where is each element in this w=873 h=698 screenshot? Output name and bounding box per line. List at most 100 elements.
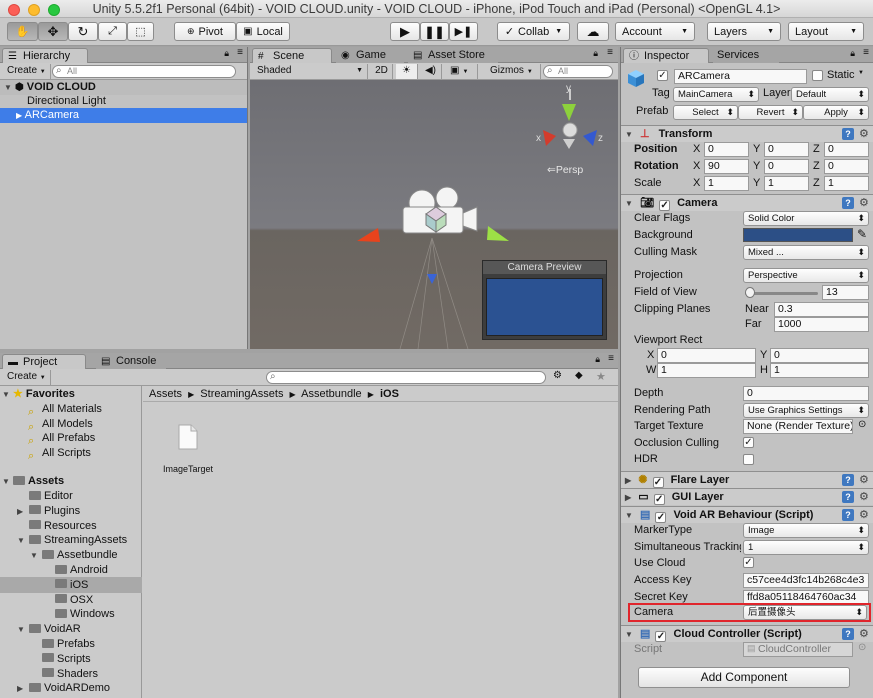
add-component-button[interactable]: Add Component [638, 667, 850, 688]
project-tree-item[interactable]: ▼ StreamingAssets [0, 532, 142, 548]
breadcrumb-item[interactable]: iOS [380, 388, 399, 400]
scene-root-row[interactable]: ▼ ⬢ VOID CLOUD [0, 80, 247, 95]
help-icon[interactable]: ? [842, 491, 854, 503]
lock-icon[interactable]: 🔒︎ [593, 48, 598, 59]
lighting-toggle[interactable]: ☀ [396, 64, 418, 79]
help-icon[interactable]: ? [842, 509, 854, 521]
menu-icon[interactable]: ≡ [237, 47, 243, 58]
prefab-revert-button[interactable]: Revert [738, 105, 803, 120]
rect-tool-button[interactable]: ⬚ [127, 22, 154, 41]
project-tree-item[interactable]: Scripts [0, 651, 142, 667]
assets-root[interactable]: ▼ Assets [2, 473, 142, 489]
scene-viewport[interactable]: y x z ⇐Persp Camera Preview [250, 80, 618, 349]
collab-dropdown[interactable]: ✓ Collab ▼ [497, 22, 570, 41]
help-icon[interactable]: ? [842, 128, 854, 140]
project-search-input[interactable] [266, 371, 546, 384]
help-icon[interactable]: ? [842, 474, 854, 486]
use-cloud-checkbox[interactable]: ✓ [743, 557, 754, 568]
hierarchy-item-arcamera[interactable]: ▶ ARCamera [0, 108, 247, 123]
camera-setting-dropdown[interactable]: 后置摄像头 [743, 605, 867, 620]
flare-layer-header[interactable]: ▶ ✺ ✓ Flare Layer [621, 471, 873, 488]
play-button[interactable]: ▶ [390, 22, 420, 41]
step-button[interactable]: ▶❚ [449, 22, 478, 41]
camera-header[interactable]: ▼ 📷︎ ✓ Camera [621, 194, 873, 211]
pause-button[interactable]: ❚❚ [420, 22, 449, 41]
tab-asset-store[interactable]: ▤ Asset Store [408, 48, 498, 63]
gui-layer-header[interactable]: ▶ ▭ ✓ GUI Layer [621, 488, 873, 505]
hierarchy-item-directional-light[interactable]: Directional Light [0, 94, 247, 109]
expand-icon[interactable]: ▶ [625, 493, 631, 502]
hierarchy-search-input[interactable]: All [52, 65, 236, 78]
lock-icon[interactable]: 🔒︎ [224, 48, 229, 59]
expand-icon[interactable]: ▶ [625, 476, 631, 485]
cloud-controller-header[interactable]: ▼ ▤ ✓ Cloud Controller (Script) [621, 625, 873, 642]
expand-icon[interactable]: ▼ [2, 477, 10, 486]
expand-icon[interactable]: ▼ [2, 390, 10, 399]
move-tool-button[interactable]: ✥ [38, 22, 68, 41]
gear-icon[interactable]: ⚙ [859, 127, 869, 140]
menu-icon[interactable]: ≡ [863, 47, 869, 58]
expand-icon[interactable]: ▼ [625, 630, 633, 639]
position-y-field[interactable]: 0 [764, 142, 809, 157]
favorite-star-icon[interactable]: ★ [596, 370, 606, 383]
cloud-controller-enabled-checkbox[interactable]: ✓ [655, 631, 667, 642]
active-checkbox[interactable]: ✓ [657, 70, 668, 81]
expand-icon[interactable]: ▼ [625, 130, 633, 139]
far-field[interactable]: 1000 [774, 317, 869, 332]
eyedropper-icon[interactable]: ✎ [857, 227, 867, 241]
void-ar-enabled-checkbox[interactable]: ✓ [655, 512, 667, 523]
occlusion-culling-checkbox[interactable]: ✓ [743, 437, 754, 448]
hdr-checkbox[interactable] [743, 454, 754, 465]
object-picker-icon[interactable]: ⊙ [858, 419, 866, 430]
project-tree-item[interactable]: Editor [0, 488, 142, 504]
expand-icon[interactable]: ▶ [17, 681, 29, 697]
viewport-x-field[interactable]: 0 [657, 348, 756, 363]
camera-gizmo[interactable] [402, 186, 478, 234]
project-tree-item[interactable]: ▶ VoidARDemo [0, 680, 142, 696]
position-z-field[interactable]: 0 [824, 142, 869, 157]
favorite-item[interactable]: ⌕ All Prefabs [28, 430, 95, 447]
gear-icon[interactable]: ⚙ [859, 196, 869, 209]
menu-icon[interactable]: ≡ [607, 47, 613, 58]
breadcrumb-item[interactable]: Assets [149, 388, 182, 400]
favorite-item[interactable]: ⌕ All Scripts [28, 445, 91, 462]
rotation-x-field[interactable]: 90 [704, 159, 749, 174]
y-axis-handle[interactable] [487, 226, 509, 241]
breadcrumb-item[interactable]: StreamingAssets [200, 388, 283, 400]
effects-dropdown[interactable]: ▣ ▼ [446, 64, 478, 79]
expand-icon[interactable]: ▼ [625, 199, 633, 208]
static-checkbox[interactable] [812, 70, 823, 81]
viewport-h-field[interactable]: 1 [770, 363, 869, 378]
expand-icon[interactable]: ▼ [625, 511, 633, 520]
simultaneous-tracking-dropdown[interactable]: 1 [743, 540, 869, 555]
layer-dropdown[interactable]: Default [791, 87, 869, 102]
project-tree-item[interactable]: ▼ Assetbundle [0, 547, 142, 563]
layout-dropdown[interactable]: Layout ▼ [788, 22, 864, 41]
rendering-path-dropdown[interactable]: Use Graphics Settings [743, 403, 869, 418]
marker-type-dropdown[interactable]: Image [743, 523, 869, 538]
create-dropdown[interactable]: Create ▼ [3, 64, 51, 79]
project-tree-item[interactable]: Resources [0, 518, 142, 534]
project-create-dropdown[interactable]: Create ▼ [3, 370, 51, 385]
camera-enabled-checkbox[interactable]: ✓ [659, 200, 671, 211]
favorite-item[interactable]: ⌕ All Materials [28, 401, 102, 418]
local-toggle[interactable]: ▣ Local [236, 22, 290, 41]
tag-dropdown[interactable]: MainCamera [673, 87, 759, 102]
zoom-window-button[interactable] [48, 4, 60, 16]
tab-game[interactable]: ◉ Game [336, 48, 404, 63]
asset-file-imagetarget[interactable]: ImageTarget [159, 424, 217, 476]
minimize-window-button[interactable] [28, 4, 40, 16]
fov-slider-track[interactable] [745, 292, 818, 295]
scale-y-field[interactable]: 1 [764, 176, 809, 191]
close-window-button[interactable] [8, 4, 20, 16]
projection-dropdown[interactable]: Perspective [743, 268, 869, 283]
object-name-field[interactable]: ARCamera [674, 69, 807, 84]
account-dropdown[interactable]: Account ▼ [615, 22, 695, 41]
help-icon[interactable]: ? [842, 628, 854, 640]
scene-search-input[interactable]: All [543, 65, 613, 78]
breadcrumb-item[interactable]: Assetbundle [301, 388, 362, 400]
shading-mode-dropdown[interactable]: Shaded ▼ [253, 64, 368, 79]
scale-tool-button[interactable]: ⤢ [98, 22, 127, 41]
filter-type-icon[interactable]: ⚙ [553, 370, 562, 381]
background-color-swatch[interactable] [743, 228, 853, 242]
